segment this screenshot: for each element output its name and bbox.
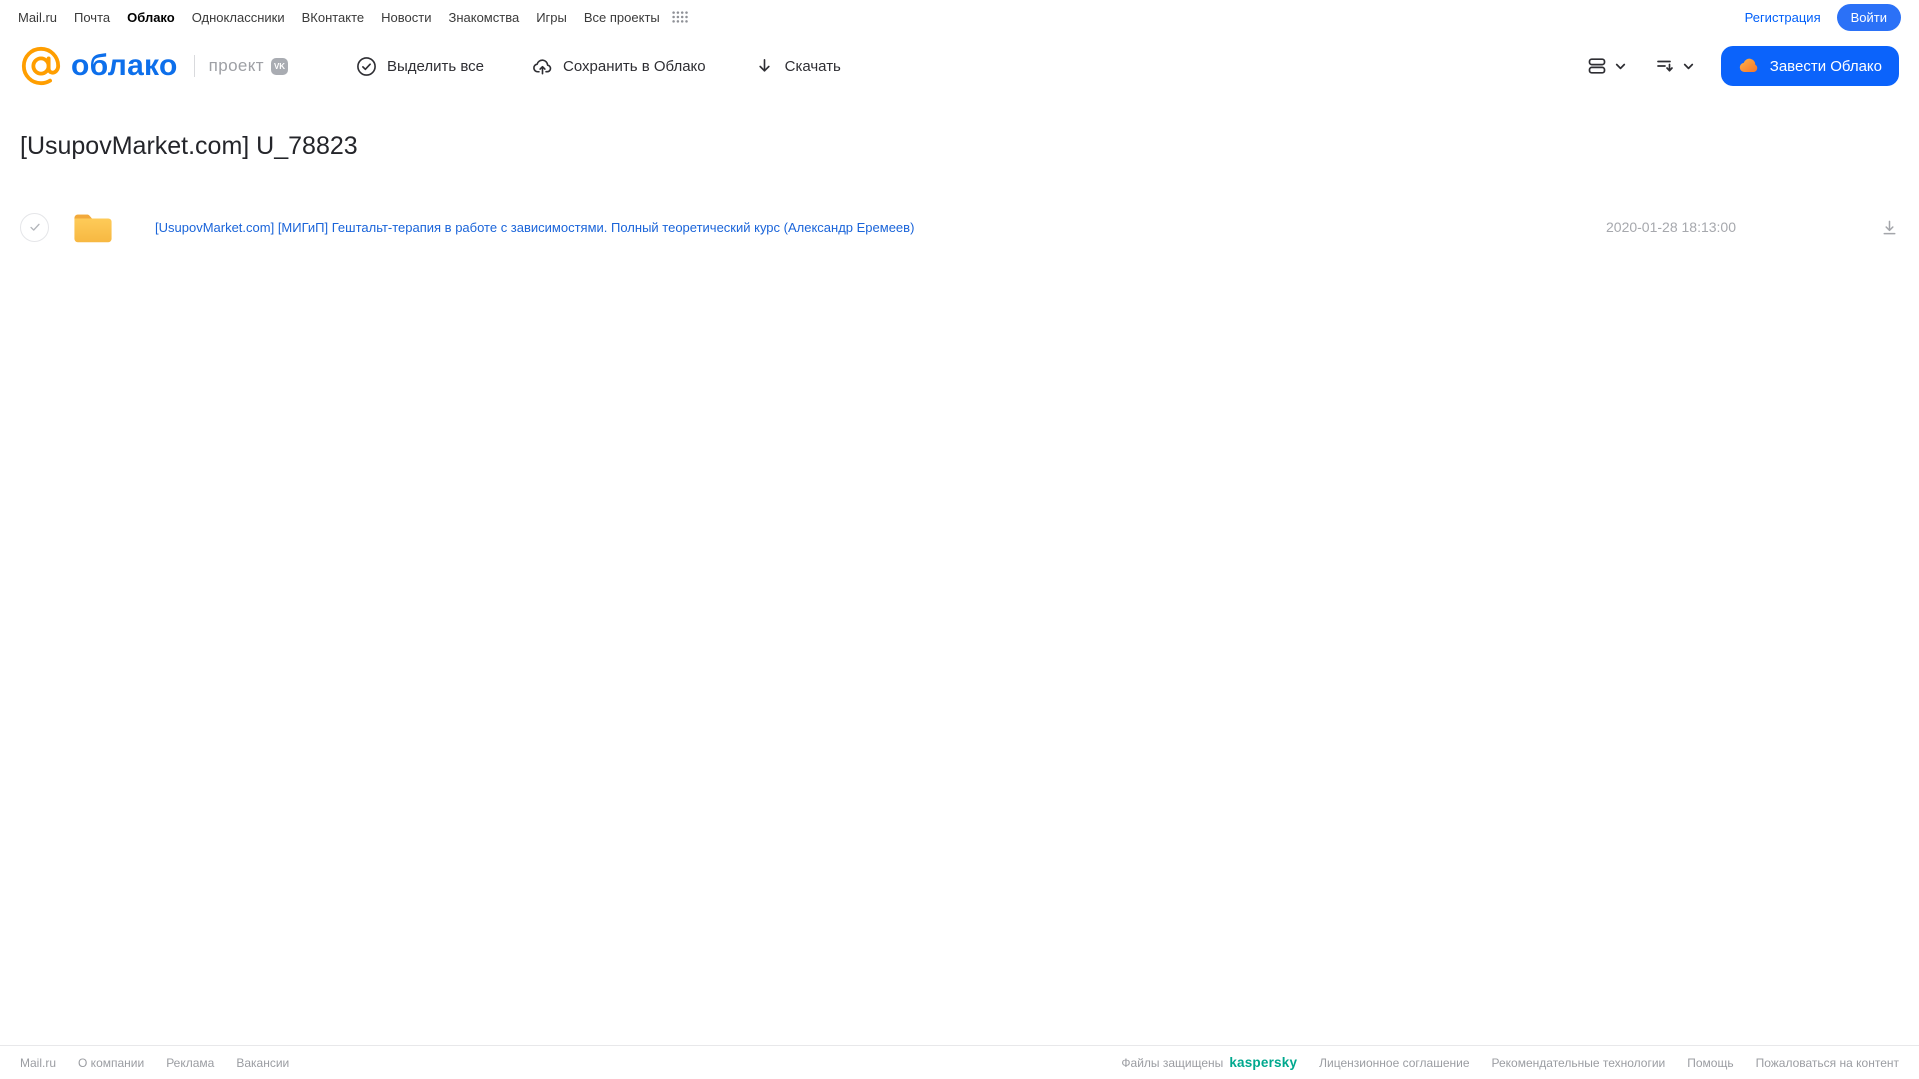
- protected-text: Файлы защищены: [1121, 1056, 1224, 1070]
- select-all-button[interactable]: Выделить все: [356, 56, 484, 77]
- login-button[interactable]: Войти: [1836, 3, 1901, 31]
- vk-badge-icon: VK: [271, 57, 288, 75]
- file-name-link[interactable]: [UsupovMarket.com] [МИГиП] Гештальт-тера…: [155, 220, 914, 235]
- save-to-cloud-button[interactable]: Сохранить в Облако: [532, 56, 706, 77]
- footer-link-ads[interactable]: Реклама: [166, 1056, 214, 1070]
- select-all-label: Выделить все: [387, 57, 485, 75]
- folder-icon: [73, 211, 113, 244]
- logo-divider: [193, 55, 195, 77]
- download-button[interactable]: Скачать: [754, 56, 841, 77]
- footer-link-recommendations[interactable]: Рекомендательные технологии: [1492, 1056, 1666, 1070]
- portal-link-games[interactable]: Игры: [536, 10, 567, 25]
- page-title: [UsupovMarket.com] U_78823: [20, 132, 358, 160]
- footer-right-links: Файлы защищены kaspersky Лицензионное со…: [1121, 1055, 1899, 1070]
- portal-link-cloud[interactable]: Облако: [127, 10, 175, 25]
- file-row[interactable]: [UsupovMarket.com] [МИГиП] Гештальт-тера…: [0, 203, 1919, 251]
- footer-link-license[interactable]: Лицензионное соглашение: [1319, 1056, 1469, 1070]
- footer: Mail.ru О компании Реклама Вакансии Файл…: [0, 1045, 1919, 1079]
- all-projects-grid-icon[interactable]: [672, 11, 688, 23]
- get-cloud-label: Завести Облако: [1769, 57, 1882, 75]
- portal-link-news[interactable]: Новости: [381, 10, 431, 25]
- sort-icon: [1655, 56, 1675, 76]
- view-controls: [1587, 56, 1695, 76]
- footer-link-help[interactable]: Помощь: [1687, 1056, 1733, 1070]
- view-mode-control[interactable]: [1587, 56, 1627, 76]
- get-cloud-button[interactable]: Завести Облако: [1720, 46, 1899, 86]
- footer-link-about[interactable]: О компании: [78, 1056, 144, 1070]
- portal-link-dating[interactable]: Знакомства: [448, 10, 519, 25]
- toolbar: Выделить все Сохранить в Облако Скачать: [356, 56, 841, 77]
- download-icon: [754, 56, 775, 77]
- checkmark-icon: [29, 223, 40, 231]
- sort-control[interactable]: [1655, 56, 1695, 76]
- cloud-logo[interactable]: облако проект VK: [20, 45, 288, 87]
- footer-link-mailru[interactable]: Mail.ru: [20, 1056, 56, 1070]
- file-checkbox[interactable]: [20, 212, 49, 242]
- cloud-upload-icon: [532, 56, 553, 77]
- download-label: Скачать: [784, 57, 841, 75]
- portal-link-vkontakte[interactable]: ВКонтакте: [302, 10, 365, 25]
- portal-link-all-projects[interactable]: Все проекты: [584, 10, 660, 25]
- check-circle-icon: [356, 56, 377, 77]
- chevron-down-icon: [1614, 60, 1627, 73]
- logo-wordmark: облако: [71, 49, 178, 82]
- portal-link-mailru[interactable]: Mail.ru: [18, 10, 57, 25]
- kaspersky-protection: Файлы защищены kaspersky: [1121, 1055, 1297, 1070]
- list-view-icon: [1587, 56, 1607, 76]
- portal-links: Mail.ru Почта Облако Одноклассники ВКонт…: [18, 10, 688, 25]
- file-date: 2020-01-28 18:13:00: [1606, 219, 1736, 235]
- header-bar: облако проект VK Выделить все Сохранить …: [0, 34, 1919, 98]
- portal-nav: Mail.ru Почта Облако Одноклассники ВКонт…: [0, 0, 1919, 34]
- project-label: проект: [208, 56, 264, 75]
- chevron-down-icon: [1682, 60, 1695, 73]
- kaspersky-logo[interactable]: kaspersky: [1229, 1055, 1297, 1070]
- portal-link-mail[interactable]: Почта: [74, 10, 110, 25]
- row-download-icon[interactable]: [1880, 218, 1899, 237]
- main-content: [UsupovMarket.com] U_78823 [UsupovMarket…: [0, 132, 1919, 251]
- footer-link-jobs[interactable]: Вакансии: [236, 1056, 289, 1070]
- footer-link-report[interactable]: Пожаловаться на контент: [1756, 1056, 1899, 1070]
- save-to-cloud-label: Сохранить в Облако: [563, 57, 706, 75]
- portal-link-odnoklassniki[interactable]: Одноклассники: [192, 10, 285, 25]
- registration-link[interactable]: Регистрация: [1745, 10, 1821, 25]
- orange-cloud-icon: [1738, 55, 1760, 77]
- footer-left-links: Mail.ru О компании Реклама Вакансии: [20, 1056, 289, 1070]
- mailru-at-icon: [20, 45, 62, 87]
